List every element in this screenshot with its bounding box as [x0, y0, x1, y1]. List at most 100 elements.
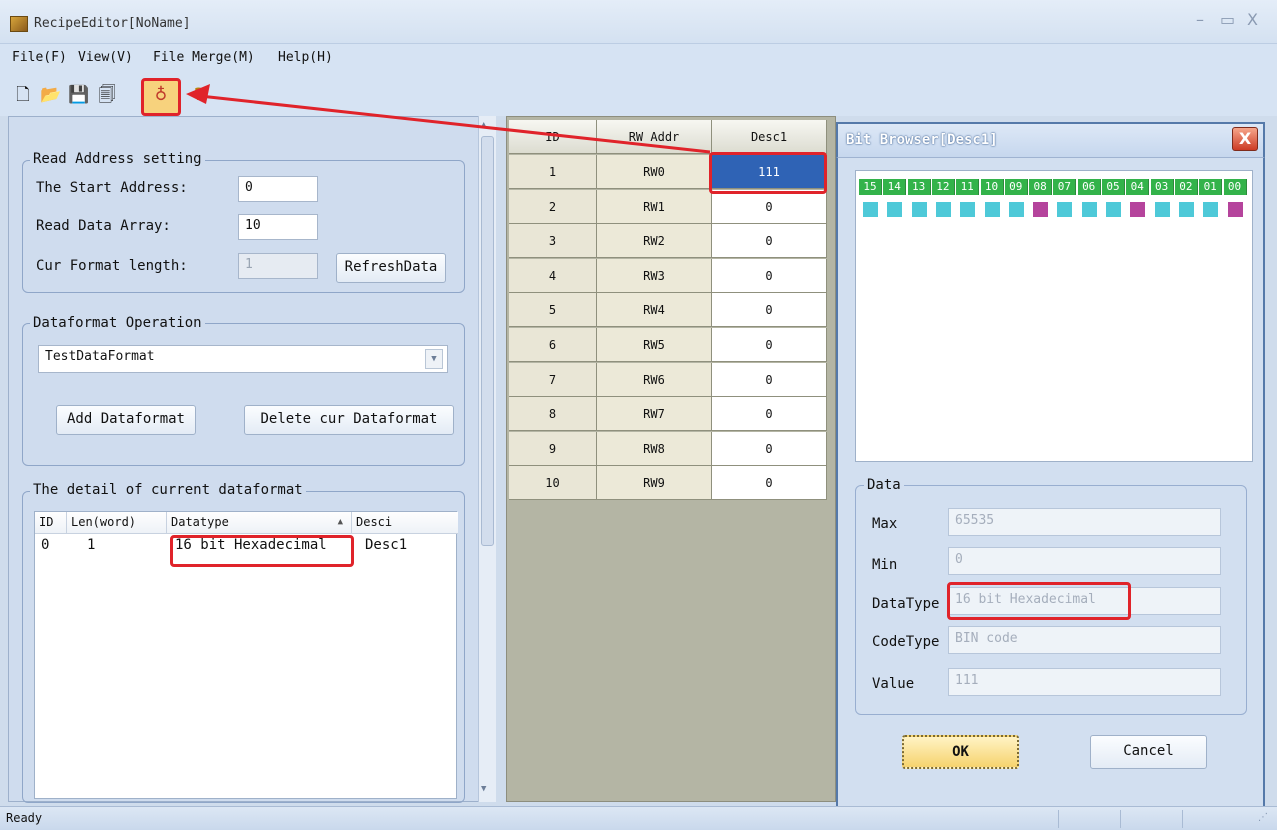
- grid-cell-id[interactable]: 7: [509, 362, 597, 397]
- bit-label: 11: [956, 179, 980, 195]
- grid-cell-value[interactable]: 0: [712, 258, 827, 293]
- bit-toggle[interactable]: [1227, 202, 1243, 217]
- bit-toggle[interactable]: [1130, 202, 1146, 217]
- delete-dataformat-button[interactable]: Delete cur Dataformat: [244, 405, 454, 435]
- codetype-field: BIN code: [948, 626, 1221, 654]
- bit-label: 12: [931, 179, 955, 195]
- grid-cell-addr[interactable]: RW8: [597, 431, 712, 466]
- grid-cell-value[interactable]: 0: [712, 362, 827, 397]
- cell-desc: Desc1: [365, 537, 408, 553]
- grid-cell-addr[interactable]: RW1: [597, 189, 712, 224]
- grid-cell-addr[interactable]: RW3: [597, 258, 712, 293]
- selected-cell-highlight: [709, 152, 827, 194]
- grid-cell-addr[interactable]: RW2: [597, 224, 712, 259]
- bit-toggle[interactable]: [1057, 202, 1073, 217]
- menu-file-merge[interactable]: File Merge(M): [153, 50, 255, 65]
- bit-toggle[interactable]: [960, 202, 976, 217]
- grid-cell-id[interactable]: 8: [509, 397, 597, 432]
- grid-cell-value[interactable]: 0: [712, 293, 827, 328]
- bit-toggle[interactable]: [1081, 202, 1097, 217]
- title-bar: [0, 0, 1277, 44]
- bit-label: 10: [980, 179, 1004, 195]
- bit-label: 09: [1004, 179, 1028, 195]
- grid-cell-id[interactable]: 1: [509, 155, 597, 189]
- minimize-button[interactable]: –: [1196, 10, 1204, 29]
- bit-toggle[interactable]: [863, 202, 878, 217]
- grid-cell-value[interactable]: 0: [712, 431, 827, 466]
- scroll-thumb[interactable]: [481, 136, 494, 546]
- dialog-close-icon[interactable]: X: [1232, 127, 1258, 151]
- ok-button[interactable]: OK: [902, 735, 1019, 769]
- grid-cell-addr[interactable]: RW5: [597, 328, 712, 362]
- grid-cell-addr[interactable]: RW4: [597, 293, 712, 328]
- start-address-label: The Start Address:: [36, 180, 188, 196]
- format-length-input: 1: [238, 253, 318, 279]
- grid-cell-addr[interactable]: RW9: [597, 466, 712, 501]
- column-header-datatype[interactable]: Datatype ▲: [167, 512, 352, 534]
- save-as-icon[interactable]: 🗐: [96, 84, 118, 106]
- grid-cell-id[interactable]: 6: [509, 328, 597, 362]
- bit-toggle[interactable]: [1033, 202, 1049, 217]
- format-length-label: Cur Format length:: [36, 258, 188, 274]
- bit-browser-icon[interactable]: ♁: [150, 84, 172, 106]
- grid-cell-id[interactable]: 10: [509, 466, 597, 501]
- grid-cell-addr[interactable]: RW6: [597, 362, 712, 397]
- bit-toggle[interactable]: [911, 202, 927, 217]
- grid-cell-addr[interactable]: RW0: [597, 155, 712, 189]
- chevron-down-icon[interactable]: ▼: [425, 349, 443, 369]
- grid-cell-addr[interactable]: RW7: [597, 397, 712, 432]
- menu-help[interactable]: Help(H): [278, 50, 333, 65]
- scroll-up-icon[interactable]: ▲: [481, 120, 493, 132]
- column-header-desc[interactable]: Desci: [352, 512, 458, 534]
- min-field: 0: [948, 547, 1221, 575]
- scroll-down-icon[interactable]: ▼: [481, 784, 493, 796]
- refresh-data-button[interactable]: RefreshData: [336, 253, 446, 283]
- grid-cell-id[interactable]: 5: [509, 293, 597, 328]
- bit-toggle[interactable]: [935, 202, 951, 217]
- grid-cell-id[interactable]: 4: [509, 258, 597, 293]
- grid-cell-value[interactable]: 0: [712, 397, 827, 432]
- bit-toggle[interactable]: [1178, 202, 1194, 217]
- bit-toggle[interactable]: [1008, 202, 1024, 217]
- maximize-button[interactable]: ▭: [1220, 10, 1235, 29]
- grid-header-id[interactable]: ID: [509, 120, 597, 154]
- grid-cell-id[interactable]: 3: [509, 224, 597, 259]
- grid-header-addr[interactable]: RW Addr: [597, 120, 712, 154]
- bit-toggle[interactable]: [1154, 202, 1170, 217]
- grid-cell-value[interactable]: 0: [712, 189, 827, 224]
- bit-toggle[interactable]: [984, 202, 1000, 217]
- max-field: 65535: [948, 508, 1221, 536]
- close-button[interactable]: X: [1247, 10, 1258, 29]
- menu-file[interactable]: File(F): [12, 50, 67, 65]
- column-header-len[interactable]: Len(word): [67, 512, 167, 534]
- save-icon[interactable]: 💾: [68, 84, 90, 106]
- menu-view[interactable]: View(V): [78, 50, 133, 65]
- grid-cell-value[interactable]: 0: [712, 466, 827, 501]
- resize-grip-icon[interactable]: ⋰: [1258, 812, 1268, 823]
- left-scrollbar[interactable]: ▲ ▼: [478, 116, 496, 802]
- dataformat-select[interactable]: TestDataFormat ▼: [38, 345, 448, 373]
- bit-toggle[interactable]: [1106, 202, 1121, 217]
- grid-cell-value[interactable]: 0: [712, 328, 827, 362]
- max-label: Max: [872, 516, 898, 532]
- grid-cell-id[interactable]: 9: [509, 431, 597, 466]
- new-file-icon[interactable]: 🗋: [12, 84, 34, 106]
- start-address-input[interactable]: 0: [238, 176, 318, 202]
- read-array-input[interactable]: 10: [238, 214, 318, 240]
- open-folder-icon[interactable]: 📂: [40, 84, 62, 106]
- grid-cell-value[interactable]: 0: [712, 224, 827, 259]
- bit-toggle[interactable]: [887, 202, 903, 217]
- column-header-id[interactable]: ID: [35, 512, 67, 534]
- bit-label: 03: [1150, 179, 1174, 195]
- status-panel-3: [1182, 810, 1242, 828]
- help-icon[interactable]: ?: [188, 84, 210, 106]
- grid-cell-id[interactable]: 2: [509, 189, 597, 224]
- status-panel-2: [1120, 810, 1180, 828]
- min-label: Min: [872, 557, 898, 573]
- bit-label: 15: [859, 179, 882, 195]
- cancel-button[interactable]: Cancel: [1090, 735, 1207, 769]
- bit-label: 06: [1077, 179, 1101, 195]
- add-dataformat-button[interactable]: Add Dataformat: [56, 405, 196, 435]
- grid-header-desc1[interactable]: Desc1: [712, 120, 827, 154]
- bit-toggle[interactable]: [1203, 202, 1219, 217]
